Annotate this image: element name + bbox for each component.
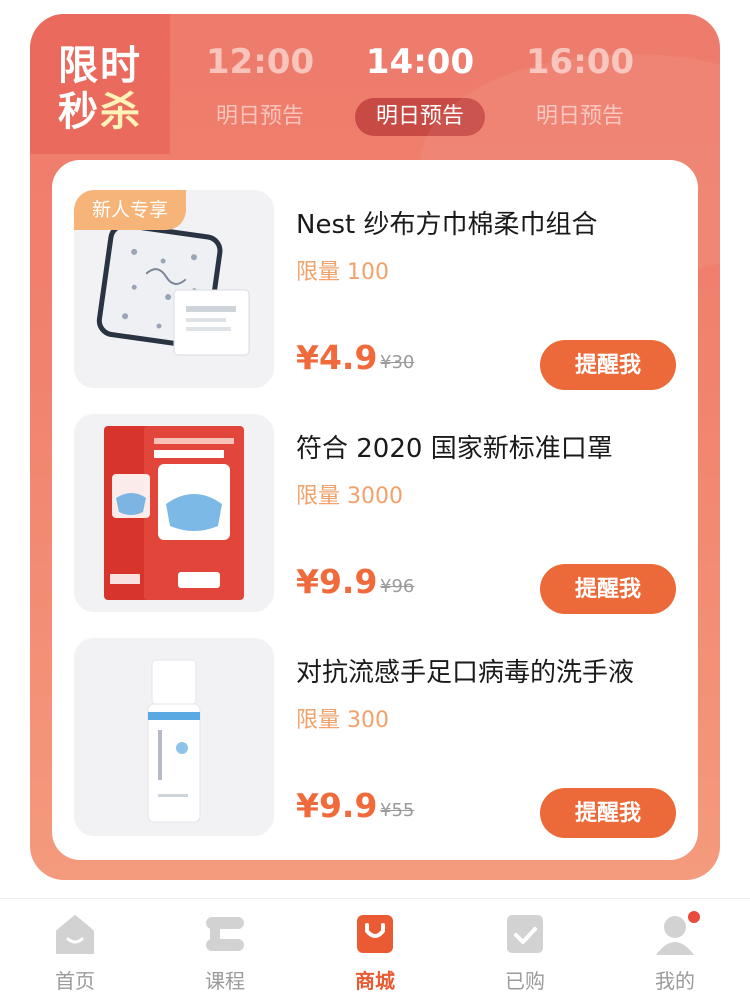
tab-profile[interactable]: 我的	[600, 911, 750, 994]
product-name: Nest 纱布方巾棉柔巾组合	[296, 210, 598, 240]
remind-me-button[interactable]: 提醒我	[540, 788, 676, 838]
title-line-1: 限时	[58, 43, 142, 89]
time-slot-label: 明日预告	[535, 104, 624, 129]
time-slot-1400[interactable]: 14:00 明日预告	[350, 40, 490, 136]
tab-label: 商城	[355, 969, 395, 993]
product-name: 符合 2020 国家新标准口罩	[296, 434, 613, 464]
tab-course[interactable]: 课程	[150, 911, 300, 994]
tab-shop[interactable]: 商城	[300, 911, 450, 994]
product-item[interactable]: 新人专享 Nest 纱布方巾棉柔巾组合 限量 100 ¥4.9 ¥30 提醒我	[74, 190, 676, 390]
remind-me-button[interactable]: 提醒我	[540, 564, 676, 614]
product-limit: 限量 300	[296, 708, 389, 733]
purchased-icon	[507, 915, 543, 953]
product-item[interactable]: 符合 2020 国家新标准口罩 限量 3000 ¥9.9 ¥96 提醒我	[74, 414, 676, 614]
product-price: ¥9.9	[296, 562, 378, 601]
product-image-mask[interactable]	[74, 414, 274, 612]
tab-purchased[interactable]: 已购	[450, 911, 600, 994]
title-line-2: 秒杀	[58, 89, 142, 135]
time-slot-label: 明日预告	[215, 104, 304, 129]
product-original-price: ¥30	[380, 352, 415, 373]
time-slot-1600[interactable]: 16:00 明日预告	[510, 40, 650, 136]
home-icon	[56, 915, 94, 954]
tab-label: 已购	[505, 969, 545, 993]
product-limit: 限量 3000	[296, 484, 403, 509]
course-icon	[206, 917, 244, 951]
time-slot-time: 12:00	[205, 42, 315, 82]
time-slot-time: 14:00	[365, 42, 475, 82]
product-image-towel[interactable]: 新人专享	[74, 190, 274, 388]
product-price: ¥4.9	[296, 338, 378, 377]
product-original-price: ¥55	[380, 800, 415, 821]
product-item[interactable]: 对抗流感手足口病毒的洗手液 限量 300 ¥9.9 ¥55 提醒我	[74, 638, 676, 838]
tab-label: 我的	[655, 969, 695, 993]
time-slot-label: 明日预告	[355, 98, 485, 136]
notification-dot	[688, 911, 700, 923]
time-slot-tabs: 12:00 明日预告 14:00 明日预告 16:00 明日预告 1 明	[190, 14, 720, 164]
product-limit: 限量 100	[296, 260, 389, 285]
product-list: 新人专享 Nest 纱布方巾棉柔巾组合 限量 100 ¥4.9 ¥30 提醒我 …	[52, 160, 698, 860]
shop-icon	[357, 915, 393, 953]
flash-sale-title: 限时 秒杀	[30, 14, 170, 154]
tab-label: 课程	[205, 969, 245, 993]
tab-label: 首页	[55, 969, 95, 993]
product-name: 对抗流感手足口病毒的洗手液	[296, 658, 635, 688]
time-slot-time: 16:00	[525, 42, 635, 82]
time-slot-1200[interactable]: 12:00 明日预告	[190, 40, 330, 136]
new-user-badge: 新人专享	[74, 190, 187, 230]
bottom-tab-bar: 首页 课程 商城 已购 我的	[0, 898, 750, 997]
remind-me-button[interactable]: 提醒我	[540, 340, 676, 390]
product-price: ¥9.9	[296, 786, 378, 825]
product-original-price: ¥96	[380, 576, 415, 597]
product-image-hand-sanitizer[interactable]	[74, 638, 274, 836]
tab-home[interactable]: 首页	[0, 911, 150, 994]
